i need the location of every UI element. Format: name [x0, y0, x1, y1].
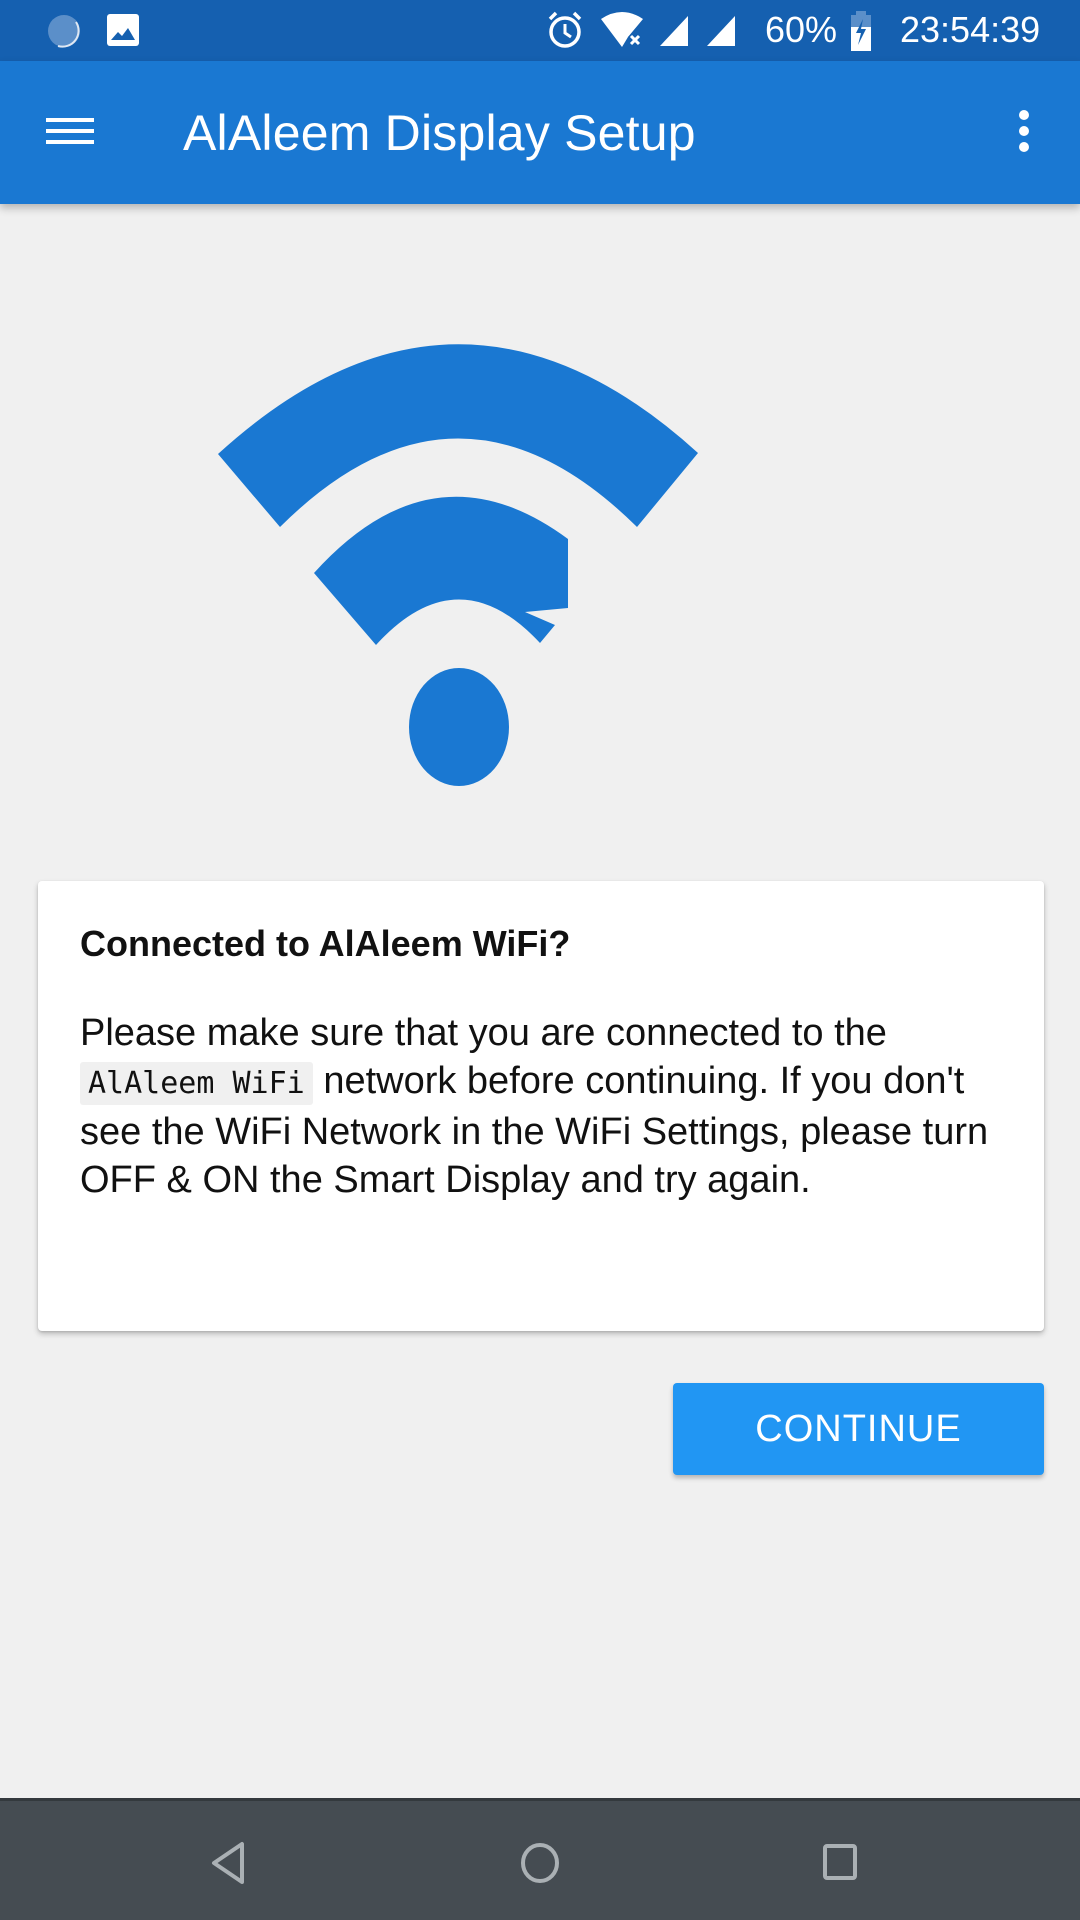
battery-percent: 60%	[765, 9, 838, 50]
cell-signal-icon	[705, 14, 737, 53]
recents-icon[interactable]	[800, 1823, 880, 1903]
alarm-icon	[546, 10, 584, 55]
network-name-code: AlAleem WiFi	[80, 1062, 313, 1105]
system-nav-bar	[0, 1798, 1080, 1920]
wifi-icon	[200, 320, 820, 800]
wifi-no-internet-icon	[600, 11, 646, 54]
page-title: AlAleem Display Setup	[183, 105, 696, 161]
more-vert-icon[interactable]	[1005, 101, 1045, 167]
app-bar: AlAleem Display Setup	[0, 61, 1080, 204]
status-bar: 60% 23:54:39	[0, 0, 1080, 61]
card-body: Please make sure that you are connected …	[80, 1009, 1010, 1204]
cell-signal-icon	[658, 14, 690, 53]
back-icon[interactable]	[200, 1823, 280, 1903]
hamburger-menu-icon[interactable]	[36, 101, 106, 161]
sync-icon	[46, 12, 84, 55]
continue-button[interactable]: CONTINUE	[673, 1383, 1044, 1475]
image-notification-icon	[106, 12, 140, 53]
info-card: Connected to AlAleem WiFi? Please make s…	[38, 881, 1044, 1331]
battery-charging-icon	[850, 11, 872, 56]
clock: 23:54:39	[900, 9, 1041, 50]
body-text-before: Please make sure that you are connected …	[80, 1012, 887, 1054]
home-icon[interactable]	[500, 1823, 580, 1903]
card-title: Connected to AlAleem WiFi?	[80, 923, 571, 964]
